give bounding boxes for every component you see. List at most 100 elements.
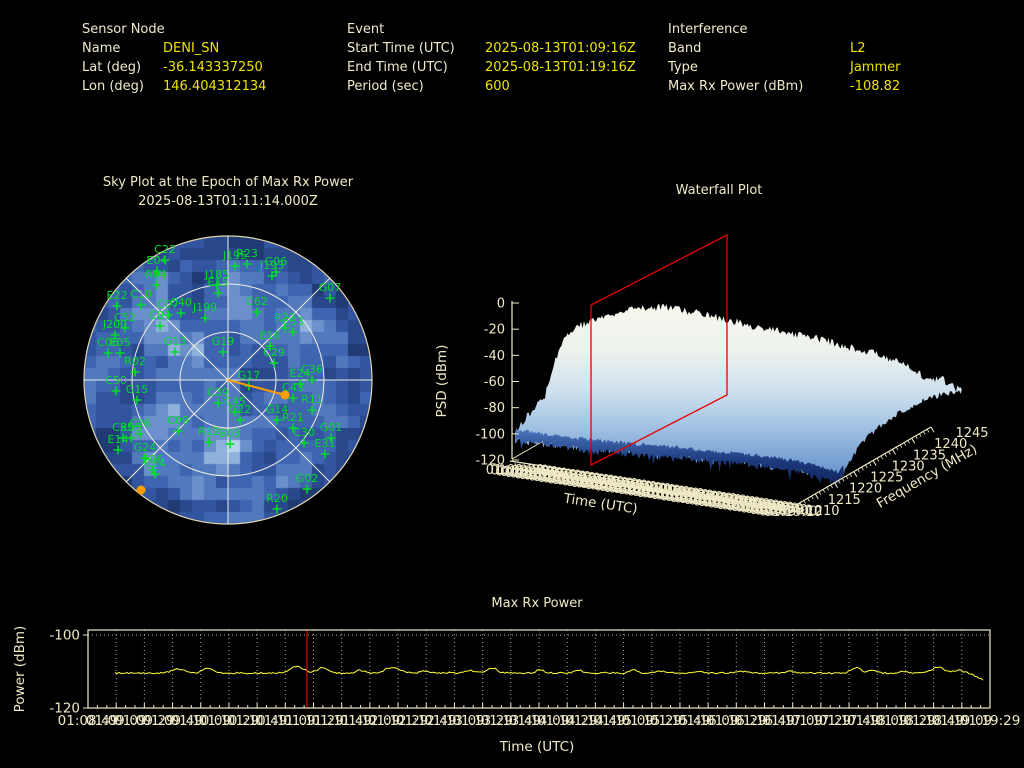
satellite-cross-C50 xyxy=(111,386,121,396)
freq-minor-tick xyxy=(922,431,926,435)
freq-minor-tick xyxy=(811,495,814,500)
satellite-cross-R11 xyxy=(307,405,317,415)
satellite-label-R23: R23 xyxy=(236,247,258,260)
satellite-cross-C06 xyxy=(103,348,113,358)
waterfall-plot: Waterfall Plot 0-20-40-60-80-100-12001:0… xyxy=(434,183,989,520)
power-y-axis-label: Power (dBm) xyxy=(12,626,28,713)
satellite-label-C62: C62 xyxy=(246,295,268,308)
satellite-label-C30: C30 xyxy=(293,426,315,439)
x-tick-label: 01:19:29 xyxy=(960,713,1021,729)
satellite-label-E03: E03 xyxy=(220,427,241,440)
satellite-label-C09: C09 xyxy=(167,414,189,427)
satellite-cross-E31 xyxy=(320,449,330,459)
freq-minor-tick xyxy=(868,462,872,466)
interference-dot xyxy=(280,390,290,400)
freq-tick xyxy=(814,493,819,500)
satellite-cross-G07 xyxy=(325,293,335,303)
z-tick-label: -60 xyxy=(484,375,505,390)
satellite-cross-C14 xyxy=(150,469,160,479)
power-series xyxy=(114,630,984,708)
freq-minor-tick xyxy=(857,469,860,473)
app-root: Sensor Node Name DENI_SN Lat (deg) -36.14333… xyxy=(0,0,1024,768)
satellite-cross-E03 xyxy=(225,439,235,449)
satellite-cross-E15 xyxy=(213,288,223,298)
satellite-label-G22: G22 xyxy=(229,403,252,416)
satellite-cross-C10 xyxy=(136,300,146,310)
freq-minor-tick xyxy=(830,484,833,489)
y-tick-label: -100 xyxy=(49,628,80,644)
satellite-cross-C09 xyxy=(173,426,183,436)
z-tick-label: -20 xyxy=(484,323,505,338)
satellite-label-E05: E05 xyxy=(110,336,131,349)
sky-plot-subtitle: 2025-08-13T01:11:14.000Z xyxy=(138,194,318,209)
freq-minor-tick xyxy=(919,433,922,437)
satellite-label-C29: C29 xyxy=(263,346,285,359)
freq-minor-tick xyxy=(807,498,810,502)
satellite-label-R02: R02 xyxy=(124,355,146,368)
freq-minor-tick xyxy=(899,444,903,449)
satellite-cross-E22 xyxy=(112,301,122,311)
satellite-cross-C29 xyxy=(269,358,279,368)
satellite-label-C14: C14 xyxy=(144,457,166,470)
z-tick-label: 0 xyxy=(497,297,505,312)
satellite-markers: C22E04R04J195R23J185E15J193G06E22 C10C07C… xyxy=(97,243,342,514)
figure-canvas: Sky Plot at the Epoch of Max Rx Power 20… xyxy=(12,175,1020,755)
freq-minor-tick xyxy=(841,478,845,482)
satellite-label-E14: E14 xyxy=(108,433,129,446)
satellite-cross-C43 xyxy=(288,393,298,403)
satellite-label-E15: E15 xyxy=(208,276,229,289)
satellite-cross-G14 xyxy=(272,415,282,425)
freq-tick xyxy=(911,437,916,444)
freq-minor-tick xyxy=(865,464,868,469)
satellite-label-R21: R21 xyxy=(282,411,304,424)
interference-dot xyxy=(136,485,146,495)
freq-minor-tick xyxy=(915,435,918,440)
satellite-cross-J199 xyxy=(200,313,210,323)
satellite-label-E24: E24 xyxy=(290,367,311,380)
z-tick-label: -40 xyxy=(484,349,505,364)
satellite-cross-R20 xyxy=(272,504,282,514)
satellite-label-C40: C40 xyxy=(170,296,192,309)
satellite-label-E04: E04 xyxy=(147,254,168,267)
satellite-cross-G13 xyxy=(170,347,180,357)
freq-tick-label: 1245 xyxy=(955,426,988,441)
power-axes: 01:08:4901:09:0901:09:2901:09:4901:10:09… xyxy=(49,628,1020,730)
satellite-cross-G02 xyxy=(302,484,312,494)
satellite-label-E16: E16 xyxy=(260,329,281,342)
satellite-label-C03: C03 xyxy=(149,309,171,322)
satellite-cross-G19 xyxy=(218,347,228,357)
satellite-label-G02: G02 xyxy=(296,472,319,485)
satellite-cross-R12 xyxy=(204,437,214,447)
power-plot-title: Max Rx Power xyxy=(491,596,583,611)
satellite-cross-C03 xyxy=(155,321,165,331)
max-rx-power-line xyxy=(114,665,984,681)
satellite-label-G13: G13 xyxy=(164,335,187,348)
satellite-label-G01: G01 xyxy=(320,421,343,434)
freq-minor-tick xyxy=(884,453,887,458)
freq-minor-tick xyxy=(895,446,899,451)
freq-minor-tick xyxy=(926,429,930,433)
freq-minor-tick xyxy=(822,489,826,493)
satellite-label-J200: J200 xyxy=(102,318,127,331)
satellite-label-R20: R20 xyxy=(266,492,288,505)
satellite-cross-C39 xyxy=(213,398,223,408)
satellite-label-C50: C50 xyxy=(105,374,127,387)
sky-plot-title: Sky Plot at the Epoch of Max Rx Power xyxy=(103,175,354,190)
freq-minor-tick xyxy=(880,455,884,460)
satellite-label-J199: J199 xyxy=(192,301,217,314)
freq-minor-tick xyxy=(888,451,891,455)
sky-plot: Sky Plot at the Epoch of Max Rx Power 20… xyxy=(83,175,373,525)
satellite-cross-R04 xyxy=(151,280,161,290)
interference-pointer-line xyxy=(227,379,286,396)
freq-minor-tick xyxy=(845,475,849,480)
satellite-label-E22: E22 xyxy=(107,289,128,302)
satellite-label-E31: E31 xyxy=(315,437,336,450)
freq-tick xyxy=(930,426,935,433)
freq-minor-tick xyxy=(826,486,830,491)
satellite-label-C10: C10 xyxy=(130,288,152,301)
satellite-cross-J195 xyxy=(230,261,240,271)
freq-minor-tick xyxy=(903,442,907,446)
power-plot-grid xyxy=(88,630,990,708)
waterfall-title: Waterfall Plot xyxy=(676,183,763,198)
power-plot: Max Rx Power 01:08:4901:09:0901:09:2901:… xyxy=(12,596,1020,755)
